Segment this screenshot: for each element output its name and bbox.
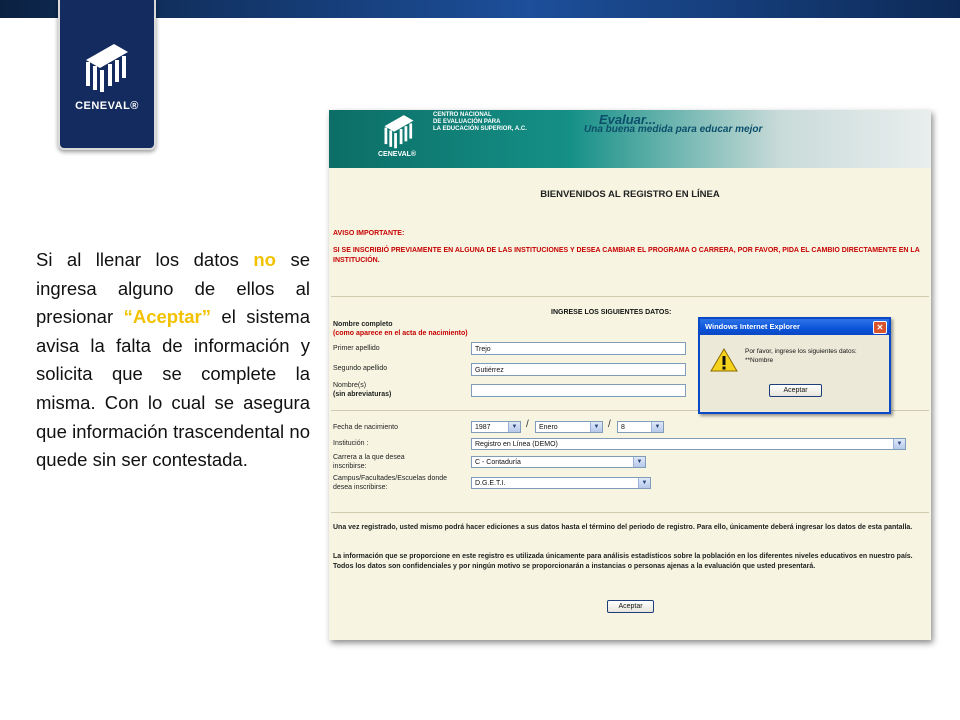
dropdown-arrow-icon: ▼: [508, 422, 520, 432]
welcome-title: BIENVENIDOS AL REGISTRO EN LÍNEA: [540, 189, 720, 200]
names-hint: (sin abreviaturas): [333, 390, 392, 398]
campus-label: Campus/Facultades/Escuelas donde desea i…: [333, 475, 448, 491]
institution-select[interactable]: Registro en Línea (DEMO) ▼: [471, 438, 906, 450]
description-text: el sistema avisa la falta de información…: [36, 306, 311, 471]
alert-dialog: Windows Internet Explorer ✕ Por favor, i…: [698, 317, 891, 414]
institution-line: LA EDUCACIÓN SUPERIOR, A.C.: [433, 126, 527, 132]
notice-text: SI SE INSCRIBIÓ PREVIAMENTE EN ALGUNA DE…: [333, 247, 920, 264]
date-separator: /: [608, 419, 611, 430]
date-separator: /: [526, 419, 529, 430]
names-input[interactable]: [471, 384, 686, 397]
dialog-titlebar: Windows Internet Explorer ✕: [700, 319, 889, 335]
birth-year-select[interactable]: 1987 ▼: [471, 421, 521, 433]
full-name-label-text: Nombre completo: [333, 321, 393, 328]
slide-description: Si al llenar los datos no se ingresa alg…: [36, 246, 310, 475]
close-icon[interactable]: ✕: [873, 321, 887, 334]
footer-edit-note: Una vez registrado, usted mismo podrá ha…: [333, 524, 913, 531]
dialog-message-line: **Nombre: [745, 356, 774, 364]
dropdown-arrow-icon: ▼: [633, 457, 645, 467]
names-label-text: Nombre(s): [333, 382, 367, 389]
first-surname-input[interactable]: Trejo: [471, 342, 686, 355]
institution-line: CENTRO NACIONAL: [433, 112, 492, 118]
header-brand: CENEVAL®: [378, 151, 417, 158]
description-text: Si al llenar los datos: [36, 249, 254, 270]
career-select[interactable]: C - Contaduría ▼: [471, 456, 646, 468]
slogan-subtitle: Una buena medida para educar mejor: [584, 124, 763, 135]
full-name-hint: (como aparece en el acta de nacimiento): [333, 329, 468, 337]
campus-select[interactable]: D.G.E.T.I. ▼: [471, 477, 651, 489]
dialog-ok-button[interactable]: Aceptar: [769, 384, 822, 397]
dialog-title: Windows Internet Explorer: [705, 322, 800, 331]
dropdown-arrow-icon: ▼: [590, 422, 602, 432]
second-surname-label: Segundo apellido: [333, 365, 388, 372]
birth-year-value: 1987: [475, 424, 491, 431]
names-label: Nombre(s) (sin abreviaturas): [333, 382, 391, 399]
ceneval-logo-icon: [384, 115, 414, 149]
birth-day-select[interactable]: 8 ▼: [617, 421, 664, 433]
institution-label: Institución :: [333, 440, 369, 447]
birth-month-value: Enero: [539, 424, 558, 431]
divider: [331, 512, 929, 513]
full-name-label: Nombre completo (como aparece en el acta…: [333, 321, 468, 338]
dropdown-arrow-icon: ▼: [893, 439, 905, 449]
submit-button[interactable]: Aceptar: [607, 600, 654, 613]
footer-privacy-note: La información que se proporcione en est…: [333, 553, 913, 570]
career-label: Carrera a la que desea inscribirse:: [333, 454, 405, 470]
warning-icon: [710, 348, 738, 372]
career-value: C - Contaduría: [475, 459, 521, 466]
first-surname-label: Primer apellido: [333, 345, 380, 352]
birth-month-select[interactable]: Enero ▼: [535, 421, 603, 433]
institution-name: CENTRO NACIONAL DE EVALUACIÓN PARA LA ED…: [433, 112, 527, 133]
institution-line: DE EVALUACIÓN PARA: [433, 119, 501, 125]
ceneval-site-header: CENEVAL® CENTRO NACIONAL DE EVALUACIÓN P…: [329, 110, 931, 168]
institution-value: Registro en Línea (DEMO): [475, 441, 558, 448]
ceneval-logo-icon: [86, 44, 128, 92]
dialog-message: Por favor, ingrese los siguientes datos:…: [745, 348, 857, 365]
dropdown-arrow-icon: ▼: [651, 422, 663, 432]
birth-day-value: 8: [621, 424, 625, 431]
second-surname-input[interactable]: Gutiérrez: [471, 363, 686, 376]
campus-value: D.G.E.T.I.: [475, 480, 506, 487]
registration-screenshot: CENEVAL® CENTRO NACIONAL DE EVALUACIÓN P…: [329, 110, 931, 640]
divider: [331, 296, 929, 297]
brand-name: CENEVAL®: [75, 100, 139, 112]
notice-title: AVISO IMPORTANTE:: [333, 230, 405, 237]
birthdate-label: Fecha de nacimiento: [333, 424, 398, 431]
logo-tab: CENEVAL®: [58, 0, 156, 150]
form-title: INGRESE LOS SIGUIENTES DATOS:: [551, 309, 672, 316]
highlight-aceptar: “Aceptar”: [123, 306, 211, 328]
highlight-no: no: [253, 249, 276, 270]
dialog-message-line: Por favor, ingrese los siguientes datos:: [745, 348, 857, 355]
dropdown-arrow-icon: ▼: [638, 478, 650, 488]
